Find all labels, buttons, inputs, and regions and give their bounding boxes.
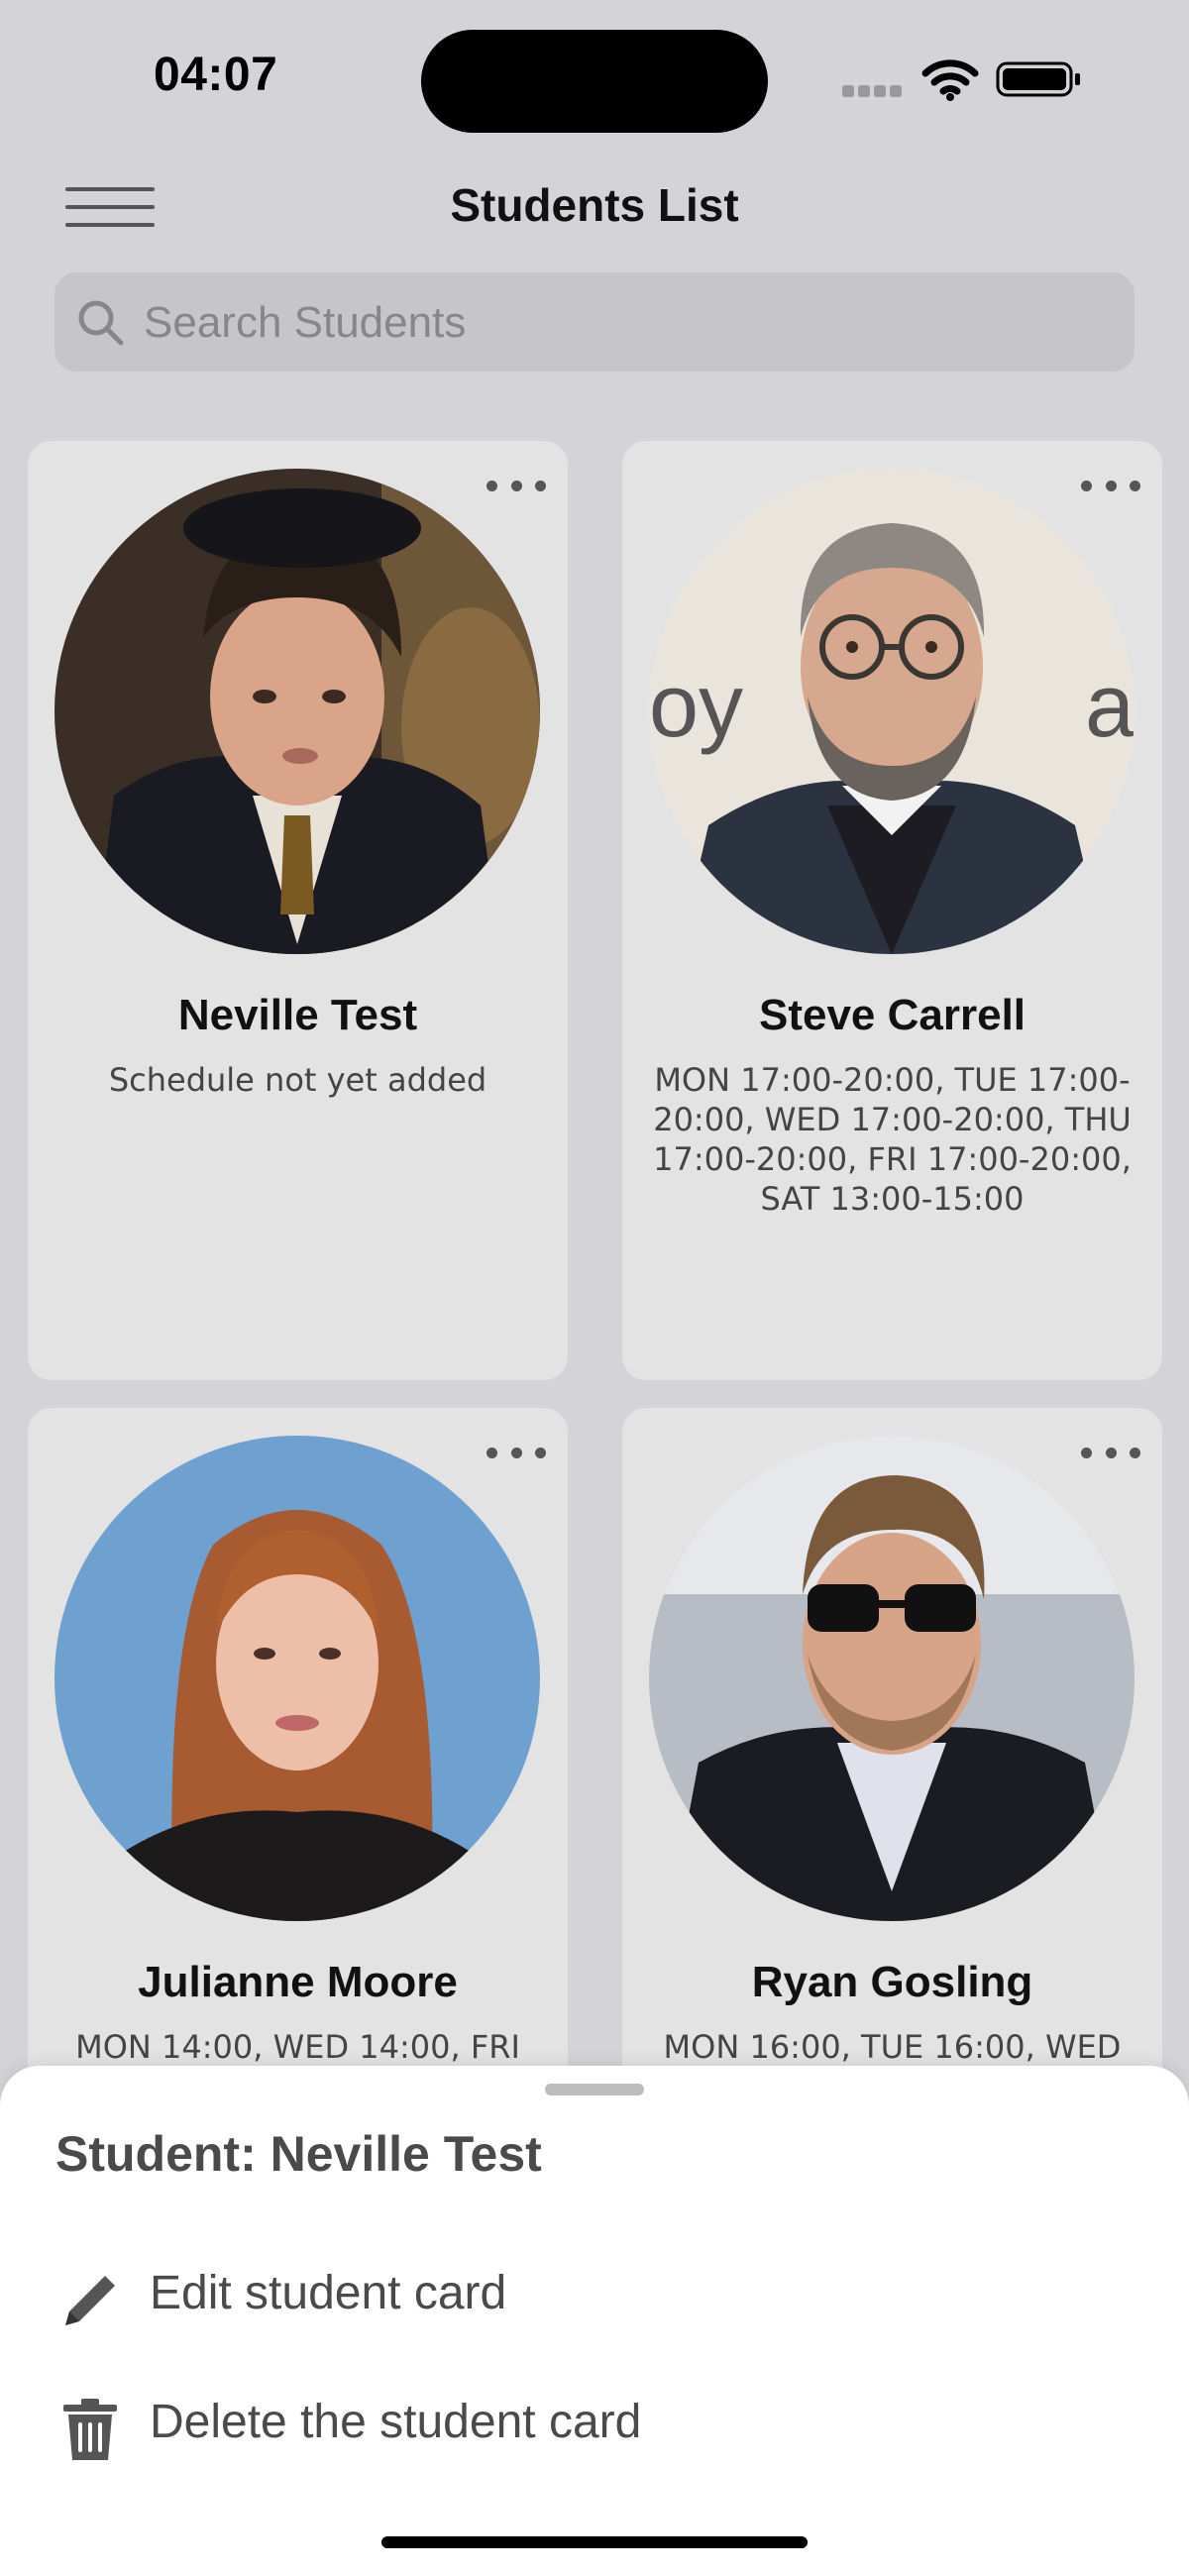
student-avatar [649, 1436, 1135, 1921]
student-name: Neville Test [177, 991, 418, 1039]
student-name: Julianne Moore [138, 1958, 458, 2006]
trash-icon [63, 2399, 117, 2460]
svg-text:a: a [1085, 657, 1135, 756]
students-list-screen: 04:07 Students List Search Students Nevi… [0, 0, 1189, 2576]
card-more-button[interactable] [1081, 1436, 1140, 1469]
sheet-grabber-handle[interactable] [545, 2084, 644, 2095]
student-schedule: MON 16:00, TUE 16:00, WED [663, 2028, 1122, 2066]
card-more-button[interactable] [1081, 469, 1140, 502]
student-actions-sheet: Student: Neville Test Edit student card … [0, 2066, 1189, 2576]
student-avatar [54, 469, 540, 954]
card-more-button[interactable] [486, 1436, 546, 1469]
battery-icon [996, 61, 1080, 97]
status-time: 04:07 [154, 49, 278, 101]
student-name: Steve Carrell [758, 991, 1027, 1039]
pencil-icon [65, 2276, 115, 2325]
student-name: Ryan Gosling [751, 1958, 1033, 2006]
status-bar: 04:07 [0, 0, 1189, 149]
student-avatar [54, 1436, 540, 1921]
cellular-signal-icon [842, 85, 904, 99]
search-bar[interactable] [54, 272, 1135, 374]
search-input[interactable] [142, 272, 1117, 374]
dynamic-island [421, 30, 768, 133]
student-schedule: MON 17:00-20:00, TUE 17:00-20:00, WED 17… [653, 1061, 1132, 1218]
student-avatar: oy a [649, 469, 1135, 954]
wifi-icon [921, 59, 979, 101]
edit-student-card-label: Edit student card [150, 2267, 507, 2319]
page-title: Students List [450, 179, 739, 231]
edit-student-card-button[interactable]: Edit student card [55, 2244, 1134, 2343]
delete-student-card-label: Delete the student card [150, 2396, 642, 2448]
student-schedule: MON 14:00, WED 14:00, FRI [75, 2028, 520, 2066]
student-schedule: Schedule not yet added [108, 1061, 487, 1099]
home-indicator[interactable] [381, 2536, 808, 2548]
sheet-title: Student: Neville Test [55, 2126, 542, 2182]
delete-student-card-button[interactable]: Delete the student card [55, 2373, 1134, 2472]
search-icon [78, 300, 124, 346]
svg-text:oy: oy [649, 657, 743, 756]
student-card[interactable]: oy a Steve Carrell MON 17:00-20:00, TUE … [622, 441, 1162, 1380]
student-card[interactable]: Neville Test Schedule not yet added [28, 441, 568, 1380]
card-more-button[interactable] [486, 469, 546, 502]
